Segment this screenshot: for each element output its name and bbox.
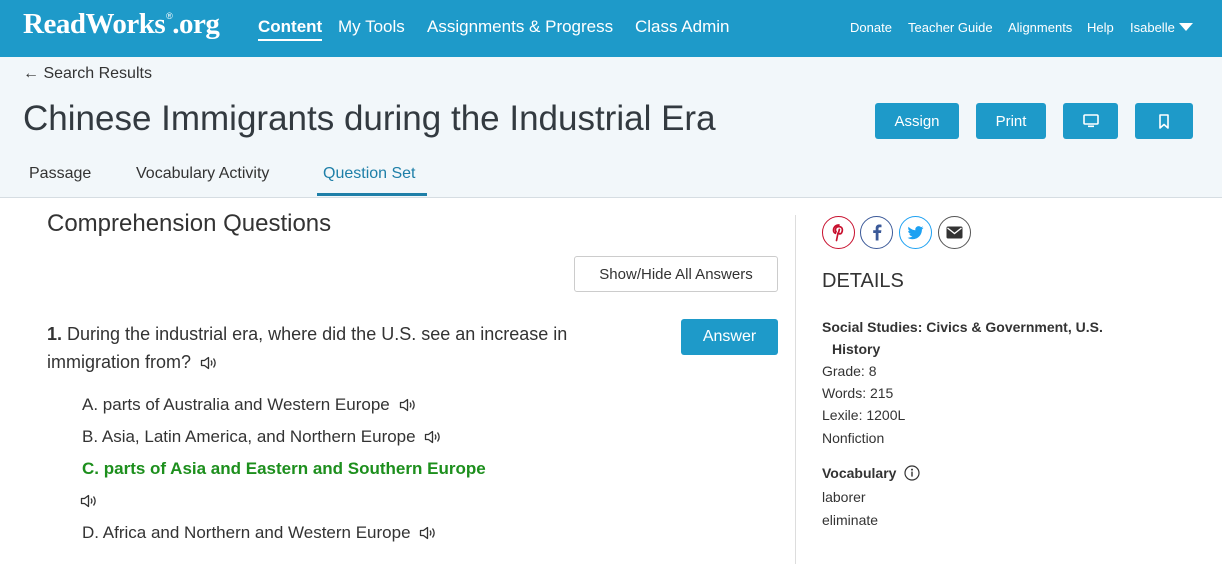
subject-line-1: Social Studies: Civics & Government, U.S… — [822, 319, 1103, 335]
choice-text: Africa and Northern and Western Europe — [102, 523, 411, 542]
readworks-logo[interactable]: ReadWorks®.org — [23, 8, 220, 41]
speaker-icon[interactable] — [200, 356, 218, 370]
speaker-icon[interactable] — [424, 430, 442, 444]
choice-letter: A. — [82, 395, 99, 414]
nav-link-my-tools[interactable]: My Tools — [338, 17, 405, 37]
bookmark-button[interactable] — [1135, 103, 1193, 139]
choice-a[interactable]: A. parts of Australia and Western Europe — [82, 395, 417, 415]
vocab-word-eliminate[interactable]: eliminate — [822, 512, 878, 528]
choice-d[interactable]: D. Africa and Northern and Western Europ… — [82, 523, 437, 543]
show-hide-all-answers-button[interactable]: Show/Hide All Answers — [574, 256, 778, 292]
speaker-icon[interactable] — [419, 526, 437, 540]
choice-letter: B. — [82, 427, 99, 446]
choice-text: parts of Australia and Western Europe — [102, 395, 390, 414]
util-link-alignments[interactable]: Alignments — [1008, 20, 1072, 35]
pinterest-share-button[interactable] — [822, 216, 855, 249]
choice-b[interactable]: B. Asia, Latin America, and Northern Eur… — [82, 427, 442, 447]
grade-level: Grade: 8 — [822, 363, 877, 379]
top-navigation-bar: ReadWorks®.org Content My Tools Assignme… — [0, 0, 1222, 57]
email-share-button[interactable] — [938, 216, 971, 249]
speaker-icon[interactable] — [399, 398, 417, 412]
twitter-share-button[interactable] — [899, 216, 932, 249]
util-link-teacher-guide[interactable]: Teacher Guide — [908, 20, 993, 35]
choice-text: Asia, Latin America, and Northern Europe — [101, 427, 416, 446]
answer-button[interactable]: Answer — [681, 319, 778, 355]
user-menu[interactable]: Isabelle — [1130, 20, 1193, 35]
genre: Nonfiction — [822, 430, 885, 446]
facebook-share-button[interactable] — [860, 216, 893, 249]
choice-letter: C. — [82, 459, 99, 478]
choice-c-correct[interactable]: C. parts of Asia and Eastern and Souther… — [82, 459, 486, 479]
facebook-icon — [872, 224, 881, 241]
vocabulary-heading: Vocabulary — [822, 465, 920, 481]
page-title: Chinese Immigrants during the Industrial… — [23, 99, 716, 138]
lexile-level: Lexile: 1200L — [822, 407, 906, 423]
print-button[interactable]: Print — [976, 103, 1046, 139]
nav-link-class-admin[interactable]: Class Admin — [635, 17, 729, 37]
assign-button[interactable]: Assign — [875, 103, 959, 139]
util-link-help[interactable]: Help — [1087, 20, 1114, 35]
util-link-donate[interactable]: Donate — [850, 20, 892, 35]
speaker-icon[interactable] — [80, 494, 98, 508]
caret-down-icon — [1178, 23, 1193, 31]
subject-line-2: History — [832, 341, 881, 357]
projector-button[interactable] — [1063, 103, 1118, 139]
info-icon[interactable] — [904, 465, 920, 481]
section-title: Comprehension Questions — [47, 210, 332, 237]
nav-link-content[interactable]: Content — [258, 17, 323, 41]
tab-question-set[interactable]: Question Set — [323, 165, 416, 183]
pinterest-icon — [832, 223, 843, 241]
monitor-icon — [1082, 114, 1099, 128]
question-text: During the industrial era, where did the… — [47, 324, 568, 372]
details-heading: DETAILS — [822, 270, 904, 292]
tab-vocabulary-activity[interactable]: Vocabulary Activity — [136, 165, 269, 183]
choice-text: parts of Asia and Eastern and Southern E… — [103, 459, 486, 478]
bookmark-icon — [1159, 113, 1169, 129]
nav-link-assignments-progress[interactable]: Assignments & Progress — [427, 17, 613, 37]
back-to-search-results-link[interactable]: ← Search Results — [23, 65, 152, 83]
question-number: 1. — [47, 324, 63, 344]
user-name: Isabelle — [1130, 20, 1175, 35]
twitter-icon — [907, 225, 924, 239]
choice-letter: D. — [82, 523, 99, 542]
page-header: ← Search Results Chinese Immigrants duri… — [0, 57, 1222, 198]
question-1: 1. During the industrial era, where did … — [47, 320, 627, 376]
active-tab-indicator — [317, 193, 427, 196]
word-count: Words: 215 — [822, 385, 894, 401]
vocab-word-laborer[interactable]: laborer — [822, 489, 866, 505]
subject-category: Social Studies: Civics & Government, U.S… — [822, 316, 1142, 360]
column-divider — [795, 215, 796, 564]
email-icon — [946, 226, 963, 239]
tab-passage[interactable]: Passage — [29, 165, 91, 183]
